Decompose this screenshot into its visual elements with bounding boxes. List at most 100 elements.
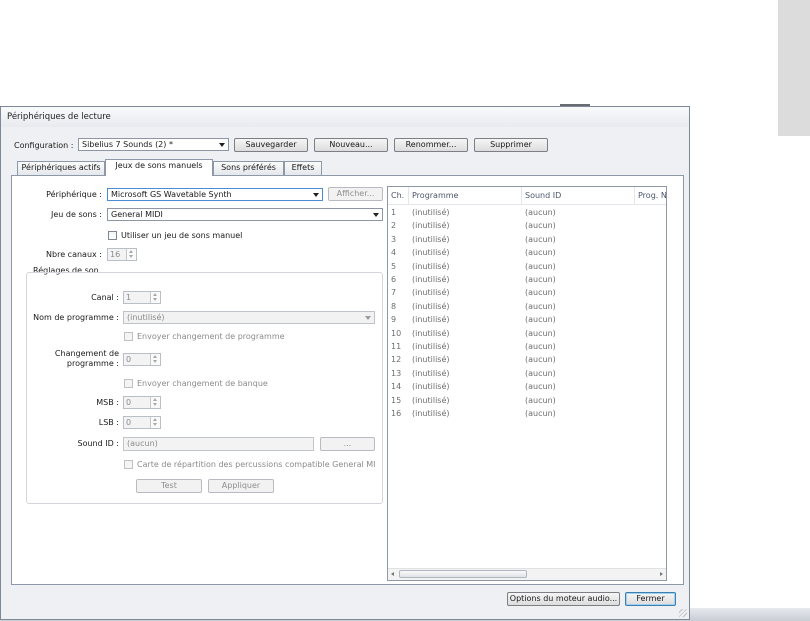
table-row[interactable]: 3 (inutilisé) (aucun) (388, 233, 666, 246)
configuration-dropdown[interactable]: Sibelius 7 Sounds (2) * (78, 138, 229, 151)
table-row[interactable]: 4 (inutilisé) (aucun) (388, 246, 666, 259)
device-value: Microsoft GS Wavetable Synth (111, 190, 232, 199)
program-change-stepper[interactable]: 0 (123, 353, 161, 366)
rename-button[interactable]: Renommer... (394, 138, 468, 152)
cell-sound-id: (aucun) (525, 395, 556, 405)
configuration-label: Configuration : (14, 141, 74, 150)
spin-arrows-icon[interactable] (126, 249, 136, 260)
table-row[interactable]: 15 (inutilisé) (aucun) (388, 394, 666, 407)
lsb-value: 0 (126, 418, 132, 427)
sound-id-browse-button[interactable]: ... (320, 437, 375, 451)
send-program-change-label: Envoyer changement de programme (137, 332, 285, 341)
list-header: Ch. Programme Sound ID Prog. N (388, 187, 666, 205)
sound-id-field[interactable]: (aucun) (123, 437, 314, 451)
apply-button[interactable]: Appliquer (208, 479, 274, 493)
column-header-sound-id[interactable]: Sound ID (522, 187, 635, 204)
msb-stepper[interactable]: 0 (123, 396, 161, 409)
cell-sound-id: (aucun) (525, 221, 556, 231)
soundset-dropdown[interactable]: General MIDI (107, 208, 383, 221)
gm-percussion-checkbox[interactable] (124, 460, 133, 469)
column-header-prog[interactable]: Prog. N (635, 187, 666, 204)
cell-sound-id: (aucun) (525, 234, 556, 244)
table-row[interactable]: 10 (inutilisé) (aucun) (388, 327, 666, 340)
background-panel (778, 0, 810, 136)
table-row[interactable]: 14 (inutilisé) (aucun) (388, 380, 666, 393)
cell-sound-id: (aucun) (525, 355, 556, 365)
new-button[interactable]: Nouveau... (314, 138, 388, 152)
soundset-label: Jeu de sons : (51, 210, 102, 219)
table-row[interactable]: 5 (inutilisé) (aucun) (388, 260, 666, 273)
test-button[interactable]: Test (136, 479, 202, 493)
configuration-value: Sibelius 7 Sounds (2) * (82, 140, 173, 149)
cell-sound-id: (aucun) (525, 409, 556, 418)
program-change-value: 0 (126, 355, 132, 364)
tab-preferred-sounds[interactable]: Sons préférés (213, 161, 284, 175)
msb-value: 0 (126, 398, 132, 407)
playback-devices-dialog: Périphériques de lecture Configuration :… (0, 106, 690, 620)
scroll-right-icon[interactable] (660, 572, 663, 576)
horizontal-scrollbar[interactable] (388, 568, 666, 580)
table-row[interactable]: 7 (inutilisé) (aucun) (388, 286, 666, 299)
table-row[interactable]: 12 (inutilisé) (aucun) (388, 353, 666, 366)
spin-arrows-icon[interactable] (150, 397, 160, 408)
manual-soundset-label: Utiliser un jeu de sons manuel (121, 231, 243, 240)
tab-effects[interactable]: Effets (284, 161, 322, 175)
cell-ch: 2 (391, 221, 397, 231)
cell-sound-id: (aucun) (525, 301, 556, 311)
table-row[interactable]: 16 (inutilisé) (aucun) (388, 407, 666, 420)
cell-sound-id: (aucun) (525, 261, 556, 271)
spin-arrows-icon[interactable] (150, 417, 160, 428)
spin-arrows-icon[interactable] (150, 354, 160, 365)
chevron-down-icon (373, 213, 379, 217)
send-bank-change-checkbox[interactable] (124, 379, 133, 388)
scroll-left-icon[interactable] (391, 572, 394, 576)
window-title: Périphériques de lecture (7, 112, 111, 122)
channels-label: Nbre canaux : (46, 250, 102, 259)
resize-grip-icon[interactable] (679, 609, 687, 617)
table-row[interactable]: 9 (inutilisé) (aucun) (388, 313, 666, 326)
device-dropdown[interactable]: Microsoft GS Wavetable Synth (107, 188, 323, 201)
table-row[interactable]: 11 (inutilisé) (aucun) (388, 340, 666, 353)
manual-soundset-checkbox[interactable] (108, 231, 117, 240)
sound-settings-group: Canal : 1 Nom de programme : (inutilisé)… (26, 272, 383, 504)
cell-sound-id: (aucun) (525, 275, 556, 284)
column-header-program[interactable]: Programme (409, 187, 522, 204)
tab-manual-sound-sets[interactable]: Jeux de sons manuels (105, 159, 213, 176)
cell-sound-id: (aucun) (525, 328, 556, 338)
cell-ch: 11 (391, 342, 402, 351)
save-button[interactable]: Sauvegarder (234, 138, 308, 152)
table-row[interactable]: 8 (inutilisé) (aucun) (388, 300, 666, 313)
engine-options-button[interactable]: Options du moteur audio... (507, 592, 620, 606)
cell-ch: 6 (391, 275, 397, 284)
table-row[interactable]: 2 (inutilisé) (aucun) (388, 219, 666, 232)
cell-sound-id: (aucun) (525, 368, 556, 378)
column-header-channel[interactable]: Ch. (388, 187, 409, 204)
cell-program: (inutilisé) (412, 342, 450, 351)
cell-program: (inutilisé) (412, 409, 450, 418)
cell-ch: 14 (391, 382, 402, 392)
lsb-stepper[interactable]: 0 (123, 416, 161, 429)
table-row[interactable]: 13 (inutilisé) (aucun) (388, 367, 666, 380)
table-row[interactable]: 6 (inutilisé) (aucun) (388, 273, 666, 286)
channel-stepper[interactable]: 1 (123, 291, 161, 304)
cell-ch: 10 (391, 328, 402, 338)
send-bank-change-label: Envoyer changement de banque (137, 379, 268, 388)
delete-button[interactable]: Supprimer (474, 138, 548, 152)
cell-sound-id: (aucun) (525, 342, 556, 351)
program-change-label-line2: programme : (66, 359, 119, 368)
send-program-change-checkbox[interactable] (124, 332, 133, 341)
channel-value: 1 (126, 293, 132, 302)
table-row[interactable]: 1 (inutilisé) (aucun) (388, 206, 666, 219)
channel-list[interactable]: Ch. Programme Sound ID Prog. N 1 (inutili… (387, 186, 667, 581)
cell-ch: 8 (391, 301, 397, 311)
show-button[interactable]: Afficher... (328, 187, 383, 201)
channels-stepper[interactable]: 16 (107, 248, 137, 261)
cell-sound-id: (aucun) (525, 382, 556, 392)
program-name-dropdown[interactable]: (inutilisé) (123, 311, 375, 324)
tab-active-devices[interactable]: Périphériques actifs (17, 161, 105, 175)
cell-program: (inutilisé) (412, 355, 450, 365)
scrollbar-thumb[interactable] (399, 570, 527, 578)
close-button[interactable]: Fermer (625, 592, 676, 606)
program-name-value: (inutilisé) (127, 313, 165, 322)
spin-arrows-icon[interactable] (150, 292, 160, 303)
